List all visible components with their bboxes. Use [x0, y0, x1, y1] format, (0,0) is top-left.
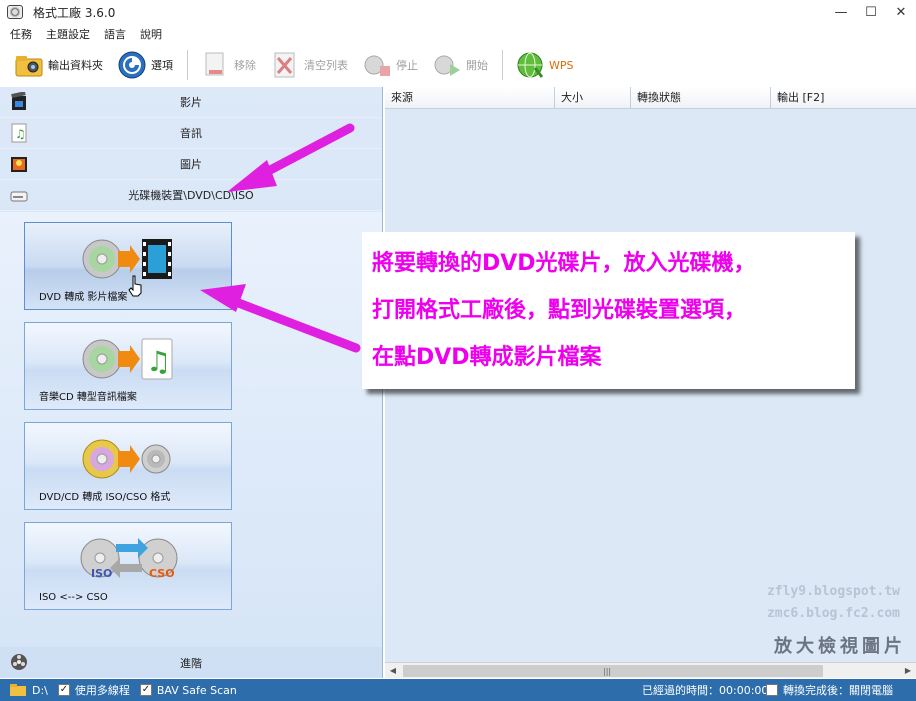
iso-badge: ISO [91, 567, 113, 580]
drive-indicator: D:\ [10, 684, 48, 697]
output-folder-button[interactable]: 輸出資料夾 [14, 48, 103, 82]
advanced-label: 進階 [180, 656, 202, 670]
options-label: 選項 [151, 59, 173, 72]
after-done-option[interactable]: 轉換完成後：關閉電腦 [766, 682, 893, 698]
toolbar: 輸出資料夾 選項 移除 清空列表 停止 開始 WPS [0, 44, 916, 86]
advanced-reel-icon [11, 654, 27, 670]
menu-bar: 任務 主題設定 語言 說明 [0, 24, 916, 43]
options-button[interactable]: 選項 [117, 48, 173, 82]
scroll-grip: ||| [603, 667, 612, 676]
hand-cursor-icon [128, 275, 142, 297]
after-done-checkbox[interactable] [766, 684, 778, 696]
drive-folder-icon [10, 684, 26, 696]
annotation-line: 將要轉換的DVD光碟片，放入光碟機， [372, 251, 756, 276]
disc-to-iso-icon [82, 439, 171, 479]
cd-to-audio-icon: ♫ [82, 338, 173, 380]
audio-icon: ♫ [11, 123, 27, 143]
wps-button[interactable]: WPS [515, 48, 574, 82]
annotation-callout: 將要轉換的DVD光碟片，放入光碟機， 打開格式工廠後，點到光碟裝置選項， 在點D… [362, 232, 855, 389]
menu-theme[interactable]: 主題設定 [46, 26, 90, 42]
wps-globe-icon [517, 52, 544, 78]
column-source[interactable]: 來源 [385, 87, 555, 109]
cso-badge: CSO [149, 567, 175, 580]
disc-drive-icon [10, 191, 28, 202]
start-label: 開始 [466, 59, 488, 72]
menu-help[interactable]: 說明 [140, 26, 162, 42]
video-icon [11, 92, 26, 110]
clear-list-icon [274, 52, 295, 78]
wps-label: WPS [549, 58, 574, 72]
stop-icon [364, 55, 390, 76]
watermark-url-2: zmc6.blog.fc2.com [766, 606, 900, 621]
bav-option[interactable]: ✓ BAV Safe Scan [139, 683, 237, 697]
elapsed-value: 00:00:00 [719, 683, 769, 697]
svg-text:♫: ♫ [146, 345, 171, 378]
app-icon [7, 5, 23, 19]
clear-list-button[interactable]: 清空列表 [270, 48, 348, 82]
output-folder-label: 輸出資料夾 [48, 59, 103, 72]
options-gear-icon [118, 51, 146, 79]
annotation-arrow-upper [227, 123, 355, 192]
multithread-label: 使用多線程 [74, 684, 130, 697]
task-label: 音樂CD 轉型音訊檔案 [39, 392, 137, 403]
annotation-arrow-lower [200, 284, 361, 353]
title-bar: 格式工廠 3.6.0 — ☐ ✕ [0, 0, 916, 24]
annotation-line: 在點DVD轉成影片檔案 [372, 345, 602, 370]
elapsed-label: 已經過的時間： [642, 684, 719, 697]
start-icon [434, 55, 460, 76]
maximize-button[interactable]: ☐ [856, 0, 886, 24]
task-label: ISO <--> CSO [39, 592, 108, 603]
horizontal-scrollbar[interactable]: ◀ ||| ▶ [385, 662, 916, 678]
folder-camera-icon [15, 56, 43, 77]
toolbar-separator [502, 50, 503, 80]
task-label: DVD 轉成 影片檔案 [39, 292, 128, 303]
task-disc-to-iso[interactable]: DVD/CD 轉成 ISO/CSO 格式 [24, 422, 232, 510]
clear-list-label: 清空列表 [304, 59, 348, 72]
annotation-line: 打開格式工廠後，點到光碟裝置選項， [372, 298, 747, 323]
drive-label: D:\ [32, 683, 48, 697]
close-button[interactable]: ✕ [886, 0, 916, 24]
column-output[interactable]: 輸出 [F2] [771, 87, 916, 109]
column-size[interactable]: 大小 [555, 87, 631, 109]
window-title: 格式工廠 3.6.0 [33, 5, 116, 20]
task-iso-cso[interactable]: ISO CSO ISO <--> CSO [24, 522, 232, 610]
start-button[interactable]: 開始 [432, 48, 488, 82]
category-label: 影片 [180, 96, 202, 109]
remove-label: 移除 [234, 59, 256, 72]
category-video[interactable]: 影片 [0, 87, 382, 118]
after-done-label: 轉換完成後：關閉電腦 [783, 684, 893, 697]
task-table-header: 來源 大小 轉換狀態 輸出 [F2] [385, 87, 916, 109]
scroll-left-icon[interactable]: ◀ [385, 663, 401, 679]
multithread-option[interactable]: ✓ 使用多線程 [57, 682, 130, 698]
stop-label: 停止 [396, 59, 418, 72]
picture-icon [11, 157, 27, 172]
remove-button[interactable]: 移除 [200, 48, 256, 82]
scroll-right-icon[interactable]: ▶ [900, 663, 916, 679]
minimize-button[interactable]: — [826, 0, 856, 24]
watermark-url-1: zfly9.blogspot.tw [766, 584, 900, 599]
status-bar: D:\ ✓ 使用多線程 ✓ BAV Safe Scan 已經過的時間： 00:0… [0, 679, 916, 701]
task-label: DVD/CD 轉成 ISO/CSO 格式 [39, 492, 171, 503]
bav-checkbox[interactable]: ✓ [139, 684, 152, 696]
category-advanced[interactable]: 進階 [0, 647, 382, 678]
multithread-checkbox[interactable]: ✓ [57, 684, 70, 696]
svg-text:♫: ♫ [15, 127, 26, 141]
menu-task[interactable]: 任務 [10, 26, 32, 42]
column-status[interactable]: 轉換狀態 [631, 87, 771, 109]
scroll-thumb[interactable]: ||| [403, 665, 823, 677]
stop-button[interactable]: 停止 [362, 48, 418, 82]
watermark-zoom-text: 放大檢視圖片 [774, 636, 906, 657]
toolbar-separator [187, 50, 188, 80]
menu-language[interactable]: 語言 [104, 26, 126, 42]
bav-label: BAV Safe Scan [156, 683, 237, 697]
remove-icon [205, 52, 224, 76]
elapsed-time: 已經過的時間： 00:00:00 [642, 682, 768, 698]
